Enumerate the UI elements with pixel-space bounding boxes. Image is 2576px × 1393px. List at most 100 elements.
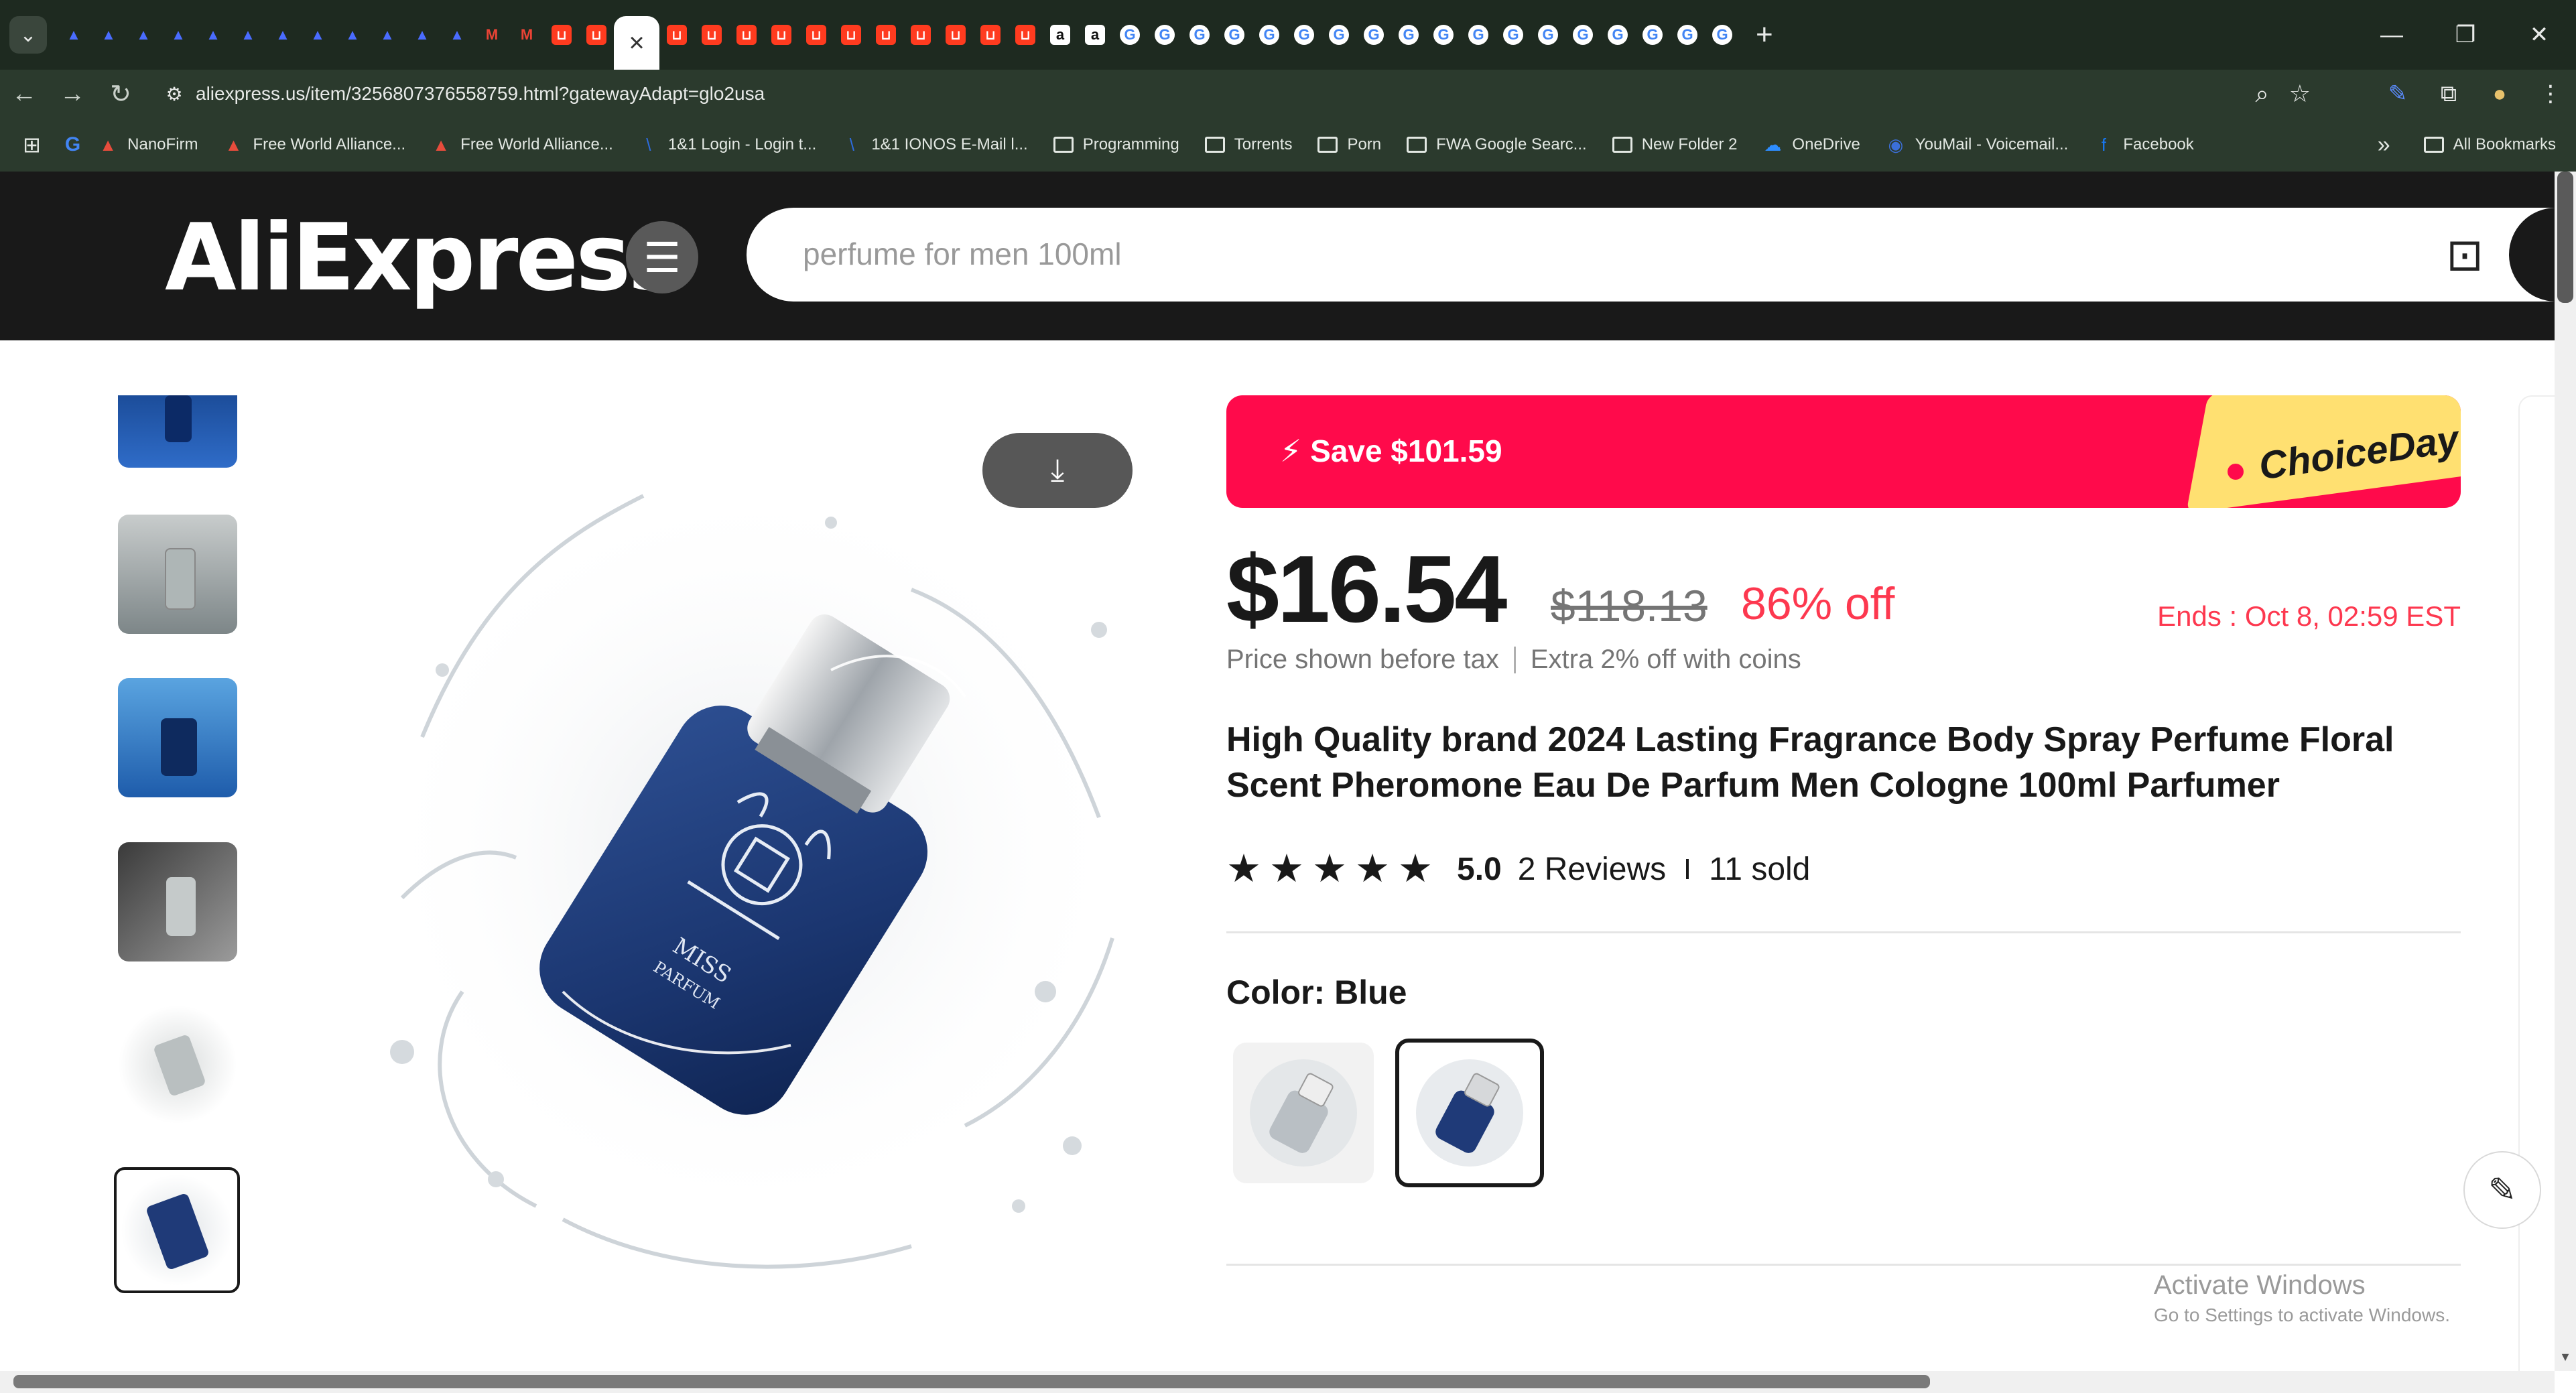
browser-tab[interactable]: G <box>1461 0 1496 70</box>
browser-tab[interactable]: ⊔ <box>544 0 579 70</box>
browser-tab[interactable]: a <box>1043 0 1078 70</box>
browser-tab[interactable]: G <box>1531 0 1565 70</box>
bookmark-item[interactable]: \ 1&1 IONOS E-Mail l... <box>842 118 1028 172</box>
bookmark-item[interactable]: \ 1&1 Login - Login t... <box>639 118 816 172</box>
vertical-scrollbar[interactable]: ▲ ▼ <box>2555 172 2576 1371</box>
browser-tab[interactable]: G <box>1600 0 1635 70</box>
browser-tab[interactable]: a <box>1078 0 1112 70</box>
bookmark-item[interactable]: ▲ Free World Alliance... <box>431 118 613 172</box>
coins-note[interactable]: Extra 2% off with coins <box>1531 645 1801 675</box>
browser-tab[interactable]: G <box>1670 0 1705 70</box>
browser-tab[interactable]: G <box>1252 0 1287 70</box>
browser-tab[interactable]: ▲ <box>405 0 440 70</box>
bookmark-item[interactable]: FWA Google Searc... <box>1407 118 1587 172</box>
browser-tab[interactable]: G <box>1287 0 1322 70</box>
browser-tab[interactable]: G <box>1182 0 1217 70</box>
thumbnail-6-selected[interactable] <box>114 1167 240 1293</box>
browser-tab[interactable]: ▲ <box>196 0 231 70</box>
color-option-blue-selected[interactable] <box>1395 1039 1544 1187</box>
pen-extension-icon[interactable]: ✎ <box>2372 70 2423 118</box>
reviews-link[interactable]: 2 Reviews <box>1518 851 1666 888</box>
browser-tab[interactable]: G <box>1635 0 1670 70</box>
bookmark-star-icon[interactable]: ☆ <box>2289 80 2311 108</box>
browser-tab[interactable]: M <box>509 0 544 70</box>
thumbnail-1[interactable] <box>118 395 237 468</box>
edit-feedback-button[interactable]: ✎ <box>2463 1151 2541 1229</box>
search-input[interactable]: perfume for men 100ml <box>803 236 1122 272</box>
browser-tab[interactable]: M <box>474 0 509 70</box>
aliexpress-logo[interactable]: AliExpress <box>165 204 683 312</box>
color-option-silver[interactable] <box>1233 1043 1374 1183</box>
browser-tab[interactable]: ⊔ <box>1008 0 1043 70</box>
browser-tab[interactable]: ⊔ <box>868 0 903 70</box>
scroll-down-arrow[interactable]: ▼ <box>2555 1350 2576 1364</box>
browser-tab[interactable]: ▲ <box>231 0 265 70</box>
browser-tab[interactable]: ▲ <box>126 0 161 70</box>
tab-search-button[interactable]: ⌄ <box>9 16 47 54</box>
bookmark-item[interactable]: ▲ NanoFirm <box>98 118 198 172</box>
browser-tab[interactable]: G <box>1705 0 1740 70</box>
browser-tab[interactable]: ▲ <box>440 0 474 70</box>
bookmarks-overflow-button[interactable]: » <box>2378 132 2390 158</box>
profile-avatar[interactable]: ● <box>2474 70 2525 118</box>
browser-tab[interactable]: ▲ <box>370 0 405 70</box>
browser-tab[interactable]: G <box>1496 0 1531 70</box>
active-tab[interactable]: × <box>614 16 659 70</box>
browser-tab[interactable]: ⊔ <box>579 0 614 70</box>
browser-tab[interactable]: ▲ <box>91 0 126 70</box>
thumbnail-2[interactable] <box>118 515 237 634</box>
back-button[interactable]: ← <box>0 70 48 118</box>
bookmark-item[interactable]: ☁ OneDrive <box>1762 118 1860 172</box>
browser-tab[interactable]: ⊔ <box>729 0 764 70</box>
scroll-thumb[interactable] <box>13 1375 1930 1388</box>
browser-tab[interactable]: ⊔ <box>938 0 973 70</box>
browser-tab[interactable]: ▲ <box>161 0 196 70</box>
browser-tab[interactable]: ▲ <box>56 0 91 70</box>
scroll-thumb[interactable] <box>2557 172 2573 303</box>
browser-tab[interactable]: ⊔ <box>834 0 868 70</box>
browser-tab[interactable]: G <box>1217 0 1252 70</box>
browser-tab[interactable]: ⊔ <box>764 0 799 70</box>
google-bookmark-icon[interactable]: G <box>65 118 80 172</box>
minimize-button[interactable]: — <box>2355 0 2429 70</box>
browser-tab[interactable]: ⊔ <box>903 0 938 70</box>
close-tab-icon[interactable]: × <box>627 28 647 58</box>
bookmark-item[interactable]: Torrents <box>1204 118 1292 172</box>
apps-grid-icon[interactable]: ⊞ <box>23 118 41 172</box>
camera-search-icon[interactable]: ⊡ <box>2437 226 2493 283</box>
browser-tab[interactable]: ⊔ <box>659 0 694 70</box>
browser-tab[interactable]: G <box>1565 0 1600 70</box>
browser-tab[interactable]: ⊔ <box>694 0 729 70</box>
puzzle-extensions-icon[interactable]: ⧉ <box>2423 70 2474 118</box>
browser-tab[interactable]: G <box>1426 0 1461 70</box>
choice-day-banner[interactable]: ⚡ Save $101.59 ChoiceDay <box>1226 395 2461 508</box>
browser-tab[interactable]: ▲ <box>335 0 370 70</box>
thumbnail-4[interactable] <box>118 842 237 961</box>
kebab-menu-icon[interactable]: ⋮ <box>2525 70 2576 118</box>
browser-tab[interactable]: ▲ <box>265 0 300 70</box>
main-product-image[interactable]: MISS PARFUM <box>362 389 1139 1293</box>
bookmark-item[interactable]: New Folder 2 <box>1612 118 1737 172</box>
all-bookmarks-button[interactable]: All Bookmarks <box>2423 135 2556 154</box>
reload-button[interactable]: ↻ <box>96 70 145 118</box>
browser-tab[interactable]: ⊔ <box>799 0 834 70</box>
thumbnail-5[interactable] <box>118 1005 237 1124</box>
browser-tab[interactable]: G <box>1112 0 1147 70</box>
horizontal-scrollbar[interactable] <box>0 1371 2555 1393</box>
bookmark-item[interactable]: ◉ YouMail - Voicemail... <box>1886 118 2068 172</box>
close-window-button[interactable]: ✕ <box>2502 0 2576 70</box>
url-text[interactable]: aliexpress.us/item/3256807376558759.html… <box>196 83 765 105</box>
site-info-icon[interactable]: ⚙ <box>161 80 188 107</box>
search-bar[interactable]: perfume for men 100ml ⊡ <box>747 208 2576 302</box>
forward-button[interactable]: → <box>48 70 96 118</box>
bookmark-item[interactable]: Programming <box>1053 118 1179 172</box>
zoom-icon[interactable]: ⌕ <box>2256 80 2269 109</box>
download-image-button[interactable]: ⤓ <box>982 433 1133 508</box>
new-tab-button[interactable]: + <box>1756 18 1773 52</box>
bookmark-item[interactable]: Porn <box>1317 118 1381 172</box>
thumbnail-3[interactable] <box>118 678 237 797</box>
category-menu-button[interactable]: ☰ <box>626 221 698 293</box>
browser-tab[interactable]: G <box>1391 0 1426 70</box>
browser-tab[interactable]: G <box>1356 0 1391 70</box>
browser-tab[interactable]: ⊔ <box>973 0 1008 70</box>
